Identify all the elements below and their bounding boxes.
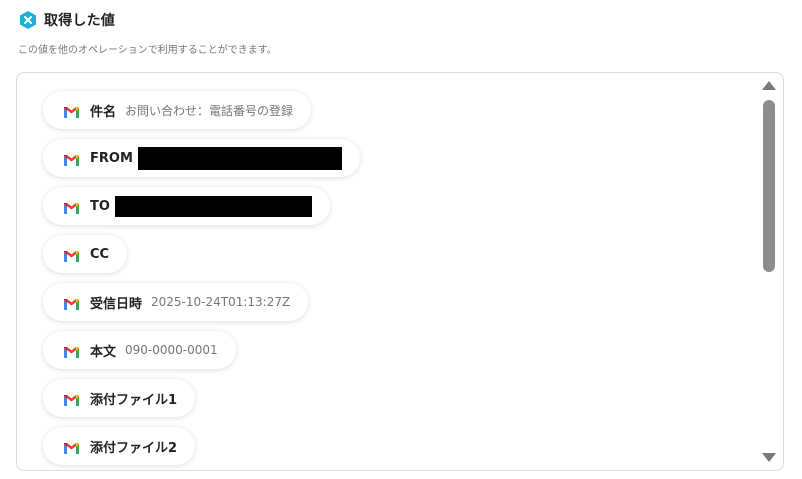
values-list: 件名 お問い合わせ：電話番号の登録 FROM TO CC 受信日時 2025-1… xyxy=(17,73,757,470)
gmail-icon xyxy=(63,344,80,358)
gmail-icon xyxy=(63,248,80,262)
redacted-value xyxy=(137,146,342,170)
yoom-x-icon xyxy=(18,10,38,30)
value-label: 添付ファイル2 xyxy=(90,440,178,456)
gmail-icon xyxy=(63,152,80,166)
value-item-cc[interactable]: CC xyxy=(43,235,128,273)
redacted-value xyxy=(114,195,312,217)
value-item-from[interactable]: FROM xyxy=(43,139,360,177)
gmail-icon xyxy=(63,296,80,310)
value-label: CC xyxy=(90,246,110,262)
value-item-attachment-1[interactable]: 添付ファイル1 xyxy=(43,379,196,417)
vertical-scrollbar[interactable] xyxy=(759,77,779,466)
value-label: TO xyxy=(90,198,110,214)
gmail-icon xyxy=(63,440,80,454)
value-item-body[interactable]: 本文 090-0000-0001 xyxy=(43,331,236,369)
value-text: 090-0000-0001 xyxy=(125,343,218,357)
value-label: 添付ファイル1 xyxy=(90,392,178,408)
value-item-attachment-2[interactable]: 添付ファイル2 xyxy=(43,427,196,465)
scrollbar-thumb[interactable] xyxy=(763,100,775,272)
value-label: 本文 xyxy=(90,344,117,360)
value-label: FROM xyxy=(90,150,133,166)
value-item-received-at[interactable]: 受信日時 2025-10-24T01:13:27Z xyxy=(43,283,309,321)
scroll-up-arrow-icon[interactable] xyxy=(762,81,776,90)
value-text: お問い合わせ：電話番号の登録 xyxy=(125,103,294,118)
value-item-to[interactable]: TO xyxy=(43,187,330,225)
value-label: 件名 xyxy=(90,104,117,120)
gmail-icon xyxy=(63,104,80,118)
section-description: この値を他のオペレーションで利用することができます。 xyxy=(18,45,277,56)
gmail-icon xyxy=(63,200,80,214)
section-title: 取得した値 xyxy=(44,13,115,29)
section-header: 取得した値 xyxy=(18,9,115,31)
value-label: 受信日時 xyxy=(90,296,143,312)
gmail-icon xyxy=(63,392,80,406)
value-item-subject[interactable]: 件名 お問い合わせ：電話番号の登録 xyxy=(43,91,312,129)
values-panel: 件名 お問い合わせ：電話番号の登録 FROM TO CC 受信日時 2025-1… xyxy=(16,72,784,471)
scroll-down-arrow-icon[interactable] xyxy=(762,453,776,462)
value-text: 2025-10-24T01:13:27Z xyxy=(151,295,291,309)
